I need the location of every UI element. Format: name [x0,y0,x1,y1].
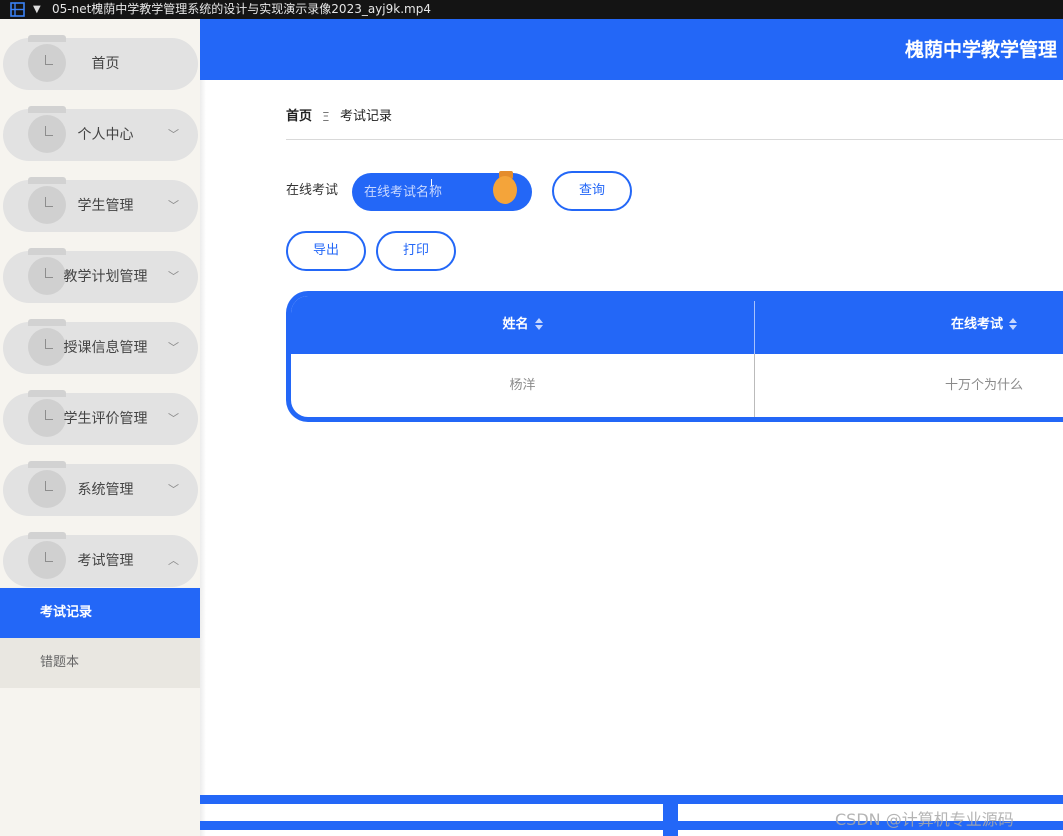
query-button[interactable]: 查询 [552,171,632,211]
sidebar-subitem-wrong-answers[interactable]: 错题本 [0,638,200,688]
dropdown-caret-icon[interactable]: ▼ [33,0,41,19]
sort-icon[interactable] [534,317,543,330]
sidebar-item-label: 首页 [91,56,120,72]
exam-records-table: 姓名 在线考试 杨洋 十万个为什么 [286,291,1063,422]
window-titlebar: ▼ 05-net槐荫中学教学管理系统的设计与实现演示录像2023_ayj9k.m… [0,0,1063,19]
sidebar: 首页 个人中心 ﹀ 学生管理 ﹀ 教学计划管理 ﹀ 授课信息管理 ﹀ 学生评价管… [0,19,200,836]
breadcrumb-home[interactable]: 首页 [286,106,312,128]
breadcrumb-current: 考试记录 [340,109,393,124]
chevron-down-icon: ﹀ [168,270,179,283]
sidebar-item-teaching-plan[interactable]: 教学计划管理 ﹀ [3,248,198,303]
chevron-down-icon: ﹀ [168,412,179,425]
chevron-down-icon: ﹀ [168,483,179,496]
search-label: 在线考试 [286,183,339,198]
cell-online-exam: 十万个为什么 [944,378,1023,393]
footer-post [663,795,678,836]
text-cursor-icon: I [430,178,433,189]
film-icon[interactable] [10,2,25,17]
sidebar-item-lecture-info[interactable]: 授课信息管理 ﹀ [3,319,198,374]
breadcrumb-divider [286,139,1063,140]
column-header-name[interactable]: 姓名 [291,296,754,354]
column-header-online-exam[interactable]: 在线考试 [755,296,1063,354]
chevron-up-icon: ︿ [168,554,179,567]
window-title: 05-net槐荫中学教学管理系统的设计与实现演示录像2023_ayj9k.mp4 [52,2,431,16]
sidebar-item-student-evaluation[interactable]: 学生评价管理 ﹀ [3,390,198,445]
chevron-down-icon: ﹀ [168,199,179,212]
table-header: 姓名 在线考试 [291,296,1063,354]
table-row[interactable]: 杨洋 十万个为什么 [291,354,1063,417]
sort-icon[interactable] [1009,317,1017,330]
sidebar-item-home[interactable]: 首页 [3,35,198,90]
breadcrumb-separator-icon: Ξ [322,110,330,124]
print-button[interactable]: 打印 [376,231,456,271]
input-decoration-knob [493,176,517,204]
footer-bar [200,795,1063,804]
chevron-down-icon: ﹀ [168,341,179,354]
export-button[interactable]: 导出 [286,231,366,271]
chevron-down-icon: ﹀ [168,128,179,141]
sidebar-item-personal-center[interactable]: 个人中心 ﹀ [3,106,198,161]
top-header: 槐荫中学教学管理 [200,19,1063,80]
watermark: CSDN @计算机专业源码 [835,810,1014,829]
site-title: 槐荫中学教学管理 [905,39,1058,61]
cell-name: 杨洋 [509,378,536,393]
sidebar-item-system-management[interactable]: 系统管理 ﹀ [3,461,198,516]
sidebar-subitem-exam-records[interactable]: 考试记录 [0,588,200,638]
sidebar-item-exam-management[interactable]: 考试管理 ︿ [3,532,198,587]
sidebar-item-student-management[interactable]: 学生管理 ﹀ [3,177,198,232]
